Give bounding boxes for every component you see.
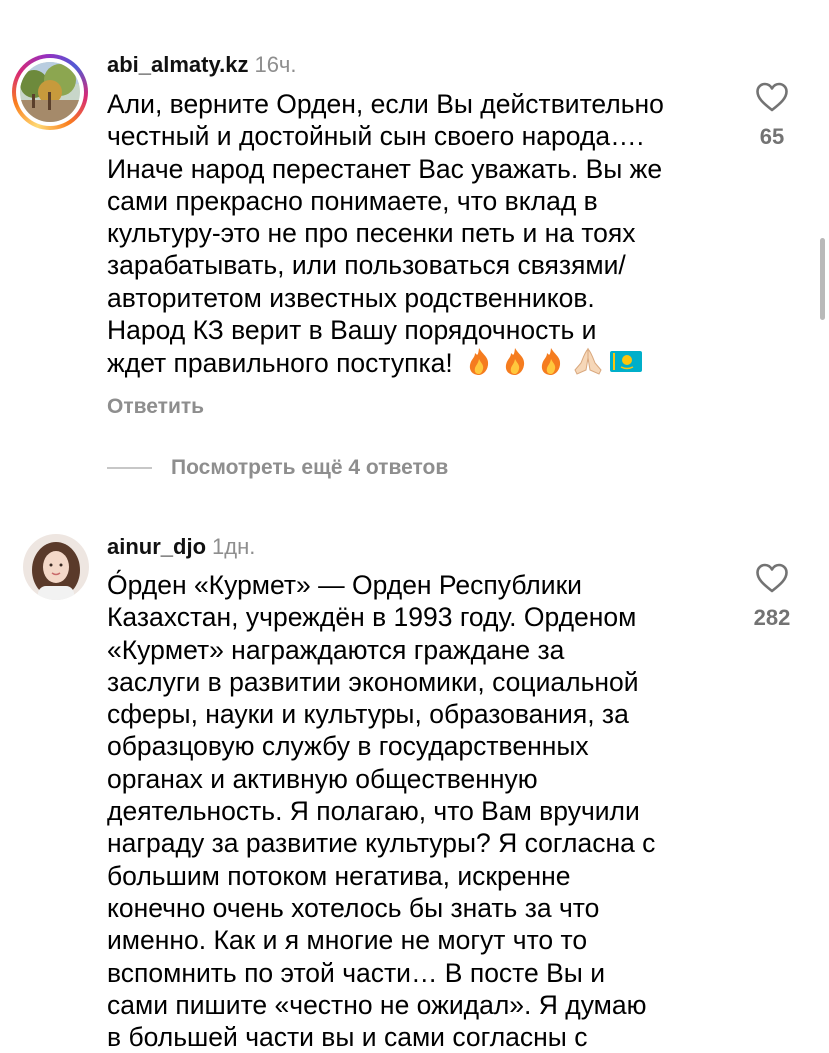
comment-header: ainur_djo 1дн. [107, 534, 255, 560]
fire-emoji [469, 348, 488, 376]
emoji-group [463, 346, 647, 383]
timestamp: 16ч. [254, 52, 297, 77]
avatar-photo-trees [20, 62, 80, 122]
comment-body: Али, верните Орден, если Вы действительн… [107, 88, 737, 384]
comment-text: Али, верните Орден, если Вы действительн… [107, 89, 664, 379]
reply-button[interactable]: Ответить [107, 395, 204, 419]
username[interactable]: ainur_djo [107, 534, 206, 559]
avatar[interactable] [23, 534, 89, 600]
like-count: 65 [759, 124, 785, 149]
kazakhstan-flag-emoji [609, 351, 642, 373]
avatar[interactable] [12, 54, 88, 130]
timestamp: 1дн. [212, 534, 256, 559]
like-column: 65 [740, 82, 804, 150]
fire-emoji [541, 348, 560, 376]
like-count: 282 [753, 605, 791, 630]
like-column: 282 [740, 563, 804, 631]
fire-emoji [505, 348, 524, 376]
scrollbar[interactable] [820, 238, 825, 320]
avatar-image [20, 62, 80, 122]
avatar-photo-person [23, 534, 89, 600]
view-replies-label: Посмотреть ещё 4 ответов [171, 456, 449, 479]
folded-hands-emoji [574, 348, 602, 376]
view-replies-button[interactable]: Посмотреть ещё 4 ответов [107, 456, 448, 480]
heart-outline-icon[interactable] [755, 563, 789, 593]
heart-outline-icon[interactable] [755, 82, 789, 112]
comment-header: abi_almaty.kz 16ч. [107, 52, 297, 78]
comment-body: О́рден «Курмет» — Орден Республики Казах… [107, 570, 656, 1053]
replies-divider-line [107, 467, 152, 469]
username[interactable]: abi_almaty.kz [107, 52, 248, 77]
